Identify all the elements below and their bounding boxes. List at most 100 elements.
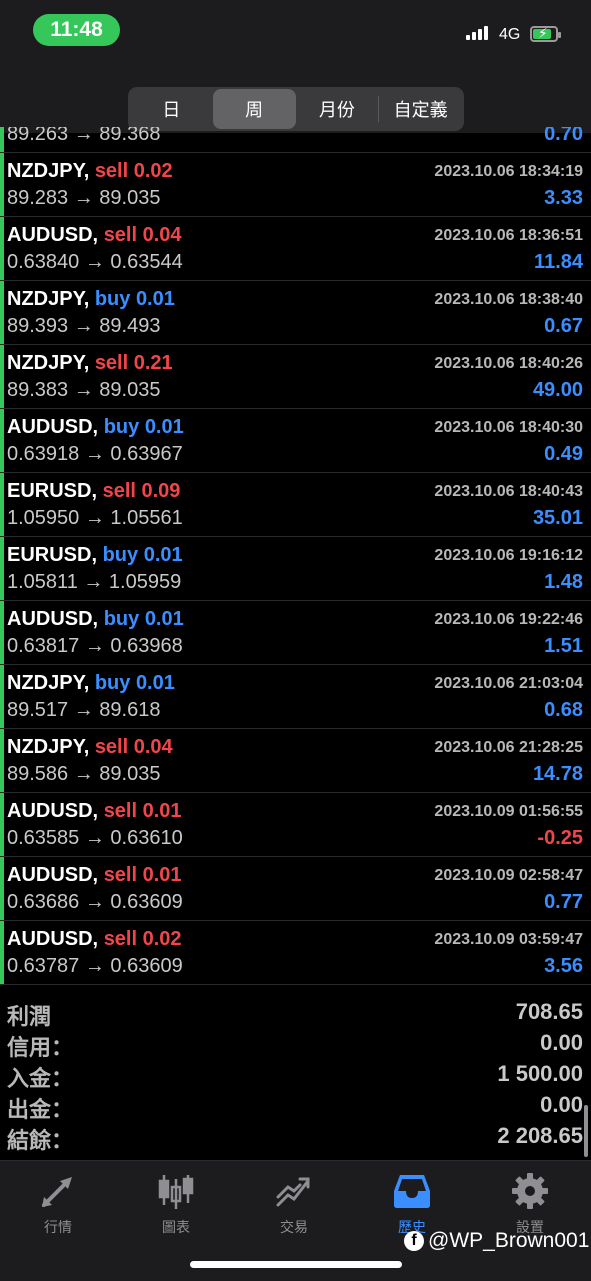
deal-title: AUDUSD, sell 0.01 [7, 864, 182, 887]
deal-prices: 0.63686 → 0.63609 [7, 891, 183, 913]
deal-volume: 0.01 [142, 864, 182, 886]
deal-prices: 0.63787 → 0.63609 [7, 955, 183, 977]
deal-accent-bar [0, 345, 4, 408]
status-bar: 11:48 4G ⚡ [0, 0, 591, 70]
segment-custom[interactable]: 自定義 [379, 89, 462, 129]
deal-accent-bar [0, 921, 4, 984]
tab-charts[interactable]: 圖表 [126, 1171, 226, 1237]
deal-side-type: sell [94, 160, 129, 182]
deal-side-type: buy [102, 544, 139, 566]
deal-side-type: sell [103, 224, 138, 246]
deal-symbol: AUDUSD, [7, 800, 99, 822]
tab-history[interactable]: 歷史 [362, 1171, 462, 1237]
deal-accent-bar [0, 127, 4, 152]
watermark-text: @WP_Brown001 [428, 1229, 590, 1252]
deal-title: EURUSD, sell 0.09 [7, 480, 180, 503]
deal-profit: 0.68 [544, 699, 583, 721]
deal-prices: 89.383 → 89.035 [7, 379, 161, 401]
deal-accent-bar [0, 473, 4, 536]
deal-profit: 0.49 [544, 443, 583, 465]
summary-label: 入金： [7, 1066, 74, 1091]
deal-row[interactable]: AUDUSD, buy 0.01 2023.10.06 18:40:30 0.639… [0, 409, 591, 473]
deal-row[interactable]: AUDUSD, sell 0.01 2023.10.09 02:58:47 0.63… [0, 857, 591, 921]
deal-side: sell 0.04 [95, 736, 173, 758]
deal-datetime: 2023.10.06 21:03:04 [434, 675, 583, 692]
deal-symbol: AUDUSD, [7, 416, 99, 438]
network-type: 4G [499, 26, 521, 43]
deal-row[interactable]: NZDJPY, sell 0.04 2023.10.06 21:28:25 89.5… [0, 729, 591, 793]
summary-deposit: 入金： 1 500.00 [0, 1059, 591, 1091]
deal-side-type: sell [103, 864, 138, 886]
deal-datetime: 2023.10.06 18:40:30 [434, 419, 583, 436]
deal-accent-bar [0, 217, 4, 280]
deal-volume: 0.01 [143, 544, 183, 566]
deal-row[interactable]: AUDUSD, sell 0.04 2023.10.06 18:36:51 0.63… [0, 217, 591, 281]
tab-settings[interactable]: 設置 [480, 1171, 580, 1237]
summary-label: 結餘： [7, 1128, 74, 1153]
deal-volume: 0.01 [144, 416, 184, 438]
deal-profit: -0.25 [537, 827, 583, 849]
deal-volume: 0.21 [133, 352, 173, 374]
summary-label: 利潤 [7, 1004, 52, 1029]
deal-accent-bar [0, 665, 4, 728]
deal-volume: 0.01 [144, 608, 184, 630]
deal-row[interactable]: NZDJPY, sell 0.02 2023.10.06 18:34:19 89.2… [0, 153, 591, 217]
home-indicator[interactable] [190, 1261, 402, 1268]
deal-datetime: 2023.10.06 18:34:19 [434, 163, 583, 180]
tab-quotes[interactable]: 行情 [8, 1171, 108, 1237]
deal-row[interactable]: EURUSD, buy 0.01 2023.10.06 19:16:12 1.058… [0, 537, 591, 601]
deal-row[interactable]: NZDJPY, buy 0.01 2023.10.06 21:03:04 89.51… [0, 665, 591, 729]
deal-accent-bar [0, 409, 4, 472]
deal-symbol: AUDUSD, [7, 224, 99, 246]
deal-row[interactable]: NZDJPY, buy 0.01 2023.10.06 18:38:40 89.39… [0, 281, 591, 345]
deal-prices: 1.05811 → 1.05959 [7, 571, 182, 593]
scrollbar[interactable] [584, 1105, 588, 1157]
history-header: 日 周 月份 自定義 [0, 70, 591, 133]
deal-profit: 3.56 [544, 955, 583, 977]
deal-accent-bar [0, 281, 4, 344]
deal-profit: 11.84 [534, 251, 583, 273]
deal-title: NZDJPY, buy 0.01 [7, 672, 175, 695]
deal-row-partial[interactable]: 89.263 → 89.368 0.70 [0, 127, 591, 153]
deal-row[interactable]: AUDUSD, sell 0.02 2023.10.09 03:59:47 0.63… [0, 921, 591, 985]
deal-title: AUDUSD, sell 0.04 [7, 224, 182, 247]
deal-datetime: 2023.10.06 21:28:25 [434, 739, 583, 756]
deal-row[interactable]: NZDJPY, sell 0.21 2023.10.06 18:40:26 89.3… [0, 345, 591, 409]
deal-row[interactable]: EURUSD, sell 0.09 2023.10.06 18:40:43 1.05… [0, 473, 591, 537]
segment-day[interactable]: 日 [130, 89, 213, 129]
deals-list: 89.263 → 89.368 0.70 NZDJPY, sell 0.02 20… [0, 127, 591, 985]
deal-side-type: sell [102, 480, 136, 502]
tab-trade[interactable]: 交易 [244, 1171, 344, 1237]
deal-side-type: buy [94, 288, 131, 310]
deal-symbol: AUDUSD, [7, 608, 99, 630]
deal-profit: 0.77 [544, 891, 583, 913]
deal-volume: 0.01 [142, 800, 182, 822]
deal-accent-bar [0, 729, 4, 792]
segment-week[interactable]: 周 [212, 89, 296, 129]
deal-side: sell 0.21 [95, 352, 173, 374]
summary-value: 0.00 [540, 1030, 583, 1055]
summary-profit: 利潤 708.65 [0, 997, 591, 1029]
deal-symbol: AUDUSD, [7, 928, 99, 950]
deal-profit: 35.01 [532, 507, 583, 529]
account-summary: 利潤 708.65 信用： 0.00 入金： 1 500.00 出金： 0.00… [0, 997, 591, 1153]
deal-volume: 0.04 [133, 736, 173, 758]
deal-side: sell 0.02 [104, 928, 182, 950]
deal-side: buy 0.01 [104, 608, 184, 630]
segment-month[interactable]: 月份 [296, 89, 379, 129]
deal-accent-bar [0, 793, 4, 856]
deal-datetime: 2023.10.06 19:16:12 [434, 547, 583, 564]
deal-side: sell 0.01 [104, 800, 182, 822]
deal-row[interactable]: AUDUSD, sell 0.01 2023.10.09 01:56:55 0.63… [0, 793, 591, 857]
deal-row[interactable]: AUDUSD, buy 0.01 2023.10.06 19:22:46 0.638… [0, 601, 591, 665]
deal-symbol: NZDJPY, [7, 288, 90, 310]
deal-symbol: NZDJPY, [7, 160, 90, 182]
deal-profit: 14.78 [532, 763, 583, 785]
deal-side: sell 0.04 [104, 224, 182, 246]
deal-symbol: EURUSD, [7, 544, 98, 566]
facebook-watermark: f @WP_Brown001 [404, 1229, 589, 1253]
deal-prices: 0.63918 → 0.63967 [7, 443, 183, 465]
deal-datetime: 2023.10.09 03:59:47 [434, 931, 583, 948]
deal-side-type: sell [103, 800, 138, 822]
deal-title: NZDJPY, sell 0.21 [7, 352, 173, 375]
